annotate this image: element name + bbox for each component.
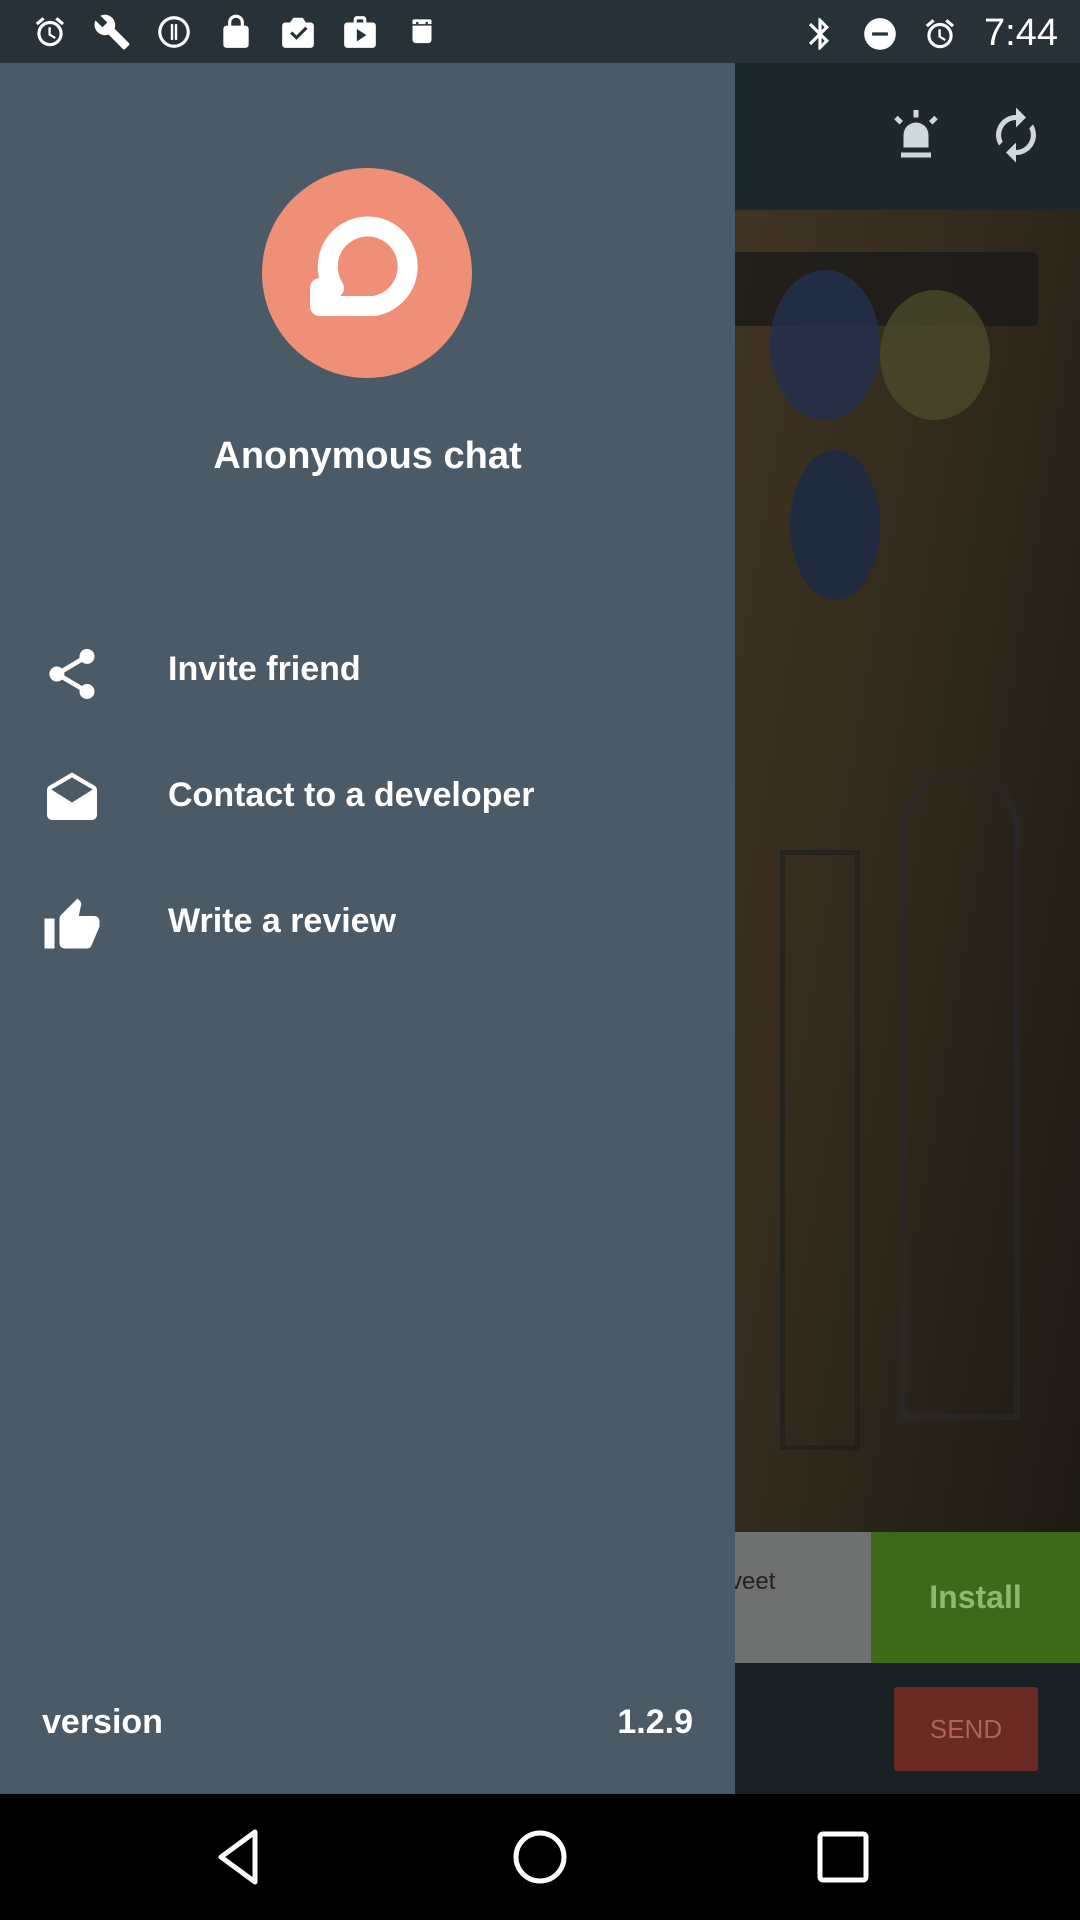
- menu-item-contact-developer[interactable]: Contact to a developer: [0, 748, 735, 848]
- version-value: 1.2.9: [617, 1703, 693, 1741]
- mail-check-icon: [276, 12, 320, 52]
- ad-text: veet: [730, 1568, 776, 1595]
- alarm-icon: [28, 12, 72, 52]
- menu-item-label: Invite friend: [168, 650, 361, 688]
- app-logo: [262, 168, 472, 378]
- status-bar: 7:44: [0, 0, 1080, 63]
- bluetooth-icon: [798, 14, 842, 54]
- alert-bell-icon[interactable]: [886, 105, 946, 165]
- thumbs-up-icon: [42, 896, 102, 956]
- menu-item-label: Write a review: [168, 902, 397, 940]
- send-button[interactable]: SEND: [894, 1687, 1038, 1771]
- play-store-icon: [338, 12, 382, 52]
- refresh-icon[interactable]: [986, 105, 1046, 165]
- android-icon: [400, 12, 444, 52]
- back-icon[interactable]: [207, 1824, 273, 1890]
- wrench-icon: [90, 12, 134, 52]
- navigation-drawer: Anonymous chat Invite friend Contact to …: [0, 63, 735, 1794]
- menu-item-write-review[interactable]: Write a review: [0, 874, 735, 974]
- recents-icon[interactable]: [810, 1824, 876, 1890]
- menu-item-invite-friend[interactable]: Invite friend: [0, 622, 735, 722]
- lock-icon: [214, 12, 258, 52]
- version-label: version: [42, 1703, 163, 1741]
- home-icon[interactable]: [507, 1824, 573, 1890]
- envelope-open-icon: [42, 770, 102, 830]
- share-icon: [42, 644, 102, 704]
- photo-overlay-bar: [720, 252, 1038, 326]
- info-icon: [152, 12, 196, 52]
- install-button[interactable]: Install: [871, 1532, 1080, 1663]
- version-row: version 1.2.9: [0, 1703, 735, 1763]
- app-name: Anonymous chat: [213, 435, 522, 477]
- status-time: 7:44: [984, 12, 1058, 54]
- do-not-disturb-icon: [858, 14, 902, 54]
- chat-bubble-icon: [310, 216, 418, 316]
- system-nav-bar: [0, 1794, 1080, 1920]
- menu-item-label: Contact to a developer: [168, 776, 535, 814]
- alarm-icon: [918, 14, 962, 54]
